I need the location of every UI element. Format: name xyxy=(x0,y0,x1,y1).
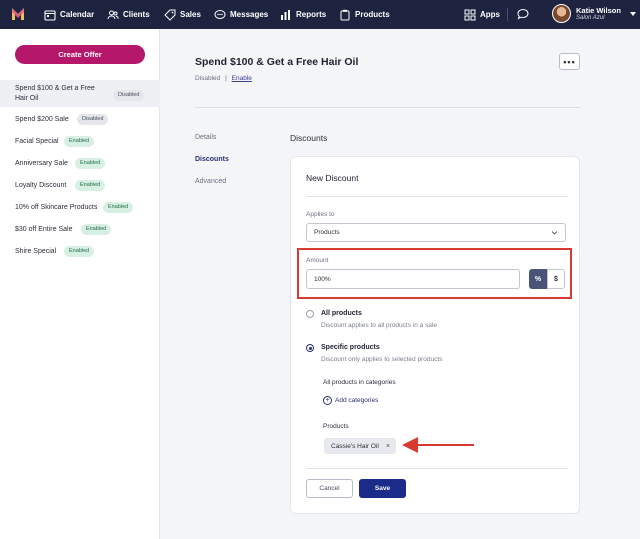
sidebar-offer-label: Spend $100 & Get a Free Hair Oil xyxy=(15,85,95,102)
nav-label: Calendar xyxy=(60,10,95,19)
add-categories-label: Add categories xyxy=(335,397,379,404)
status-badge: Enabled xyxy=(64,246,95,257)
applies-to-value: Products xyxy=(314,229,340,236)
products-label: Products xyxy=(323,423,349,430)
product-chip: Cassie's Hair Oil × xyxy=(324,438,396,454)
annotation-highlight-box xyxy=(297,248,572,299)
sidebar-offer[interactable]: Loyalty Discount Enabled xyxy=(0,179,160,193)
categories-label: All products in categories xyxy=(323,379,396,386)
logo-icon[interactable] xyxy=(11,7,25,21)
offer-status: Disabled xyxy=(195,75,221,82)
user-menu[interactable]: Katie Wilson Salon Azul xyxy=(552,4,636,23)
nav-reports[interactable]: Reports xyxy=(280,0,326,29)
nav-messages[interactable]: Messages xyxy=(214,0,268,29)
annotation-arrow-icon xyxy=(402,437,474,453)
chevron-down-icon xyxy=(629,11,636,16)
chat-icon xyxy=(214,9,226,19)
sidebar-offer-label: Facial Special xyxy=(15,138,59,145)
bar-chart-icon xyxy=(281,9,290,20)
nav-label: Clients xyxy=(123,10,150,19)
cancel-button[interactable]: Cancel xyxy=(306,479,353,498)
create-offer-button[interactable]: Create Offer xyxy=(15,45,145,64)
avatar xyxy=(552,4,571,23)
add-categories-button[interactable]: + Add categories xyxy=(323,396,378,405)
grid-icon xyxy=(464,9,476,20)
more-options-button[interactable]: ••• xyxy=(559,53,580,70)
specific-products-title: Specific products xyxy=(321,344,380,351)
all-products-desc: Discount applies to all products in a sa… xyxy=(321,322,437,329)
nav-label: Products xyxy=(355,10,390,19)
nav-sales[interactable]: Sales xyxy=(164,0,201,29)
speech-bubble-icon[interactable] xyxy=(517,8,529,20)
product-chip-label: Cassie's Hair Oil xyxy=(331,442,379,450)
page-title: Spend $100 & Get a Free Hair Oil xyxy=(195,56,359,68)
sidebar-offer[interactable]: 10% off Skincare Products Enabled xyxy=(0,201,160,215)
save-button[interactable]: Save xyxy=(359,479,406,498)
nav-clients[interactable]: Clients xyxy=(107,0,150,29)
nav-label: Sales xyxy=(180,10,201,19)
all-products-radio[interactable] xyxy=(306,310,314,318)
divider xyxy=(195,107,580,108)
plus-icon: + xyxy=(323,396,332,405)
sidebar: Create Offer Spend $100 & Get a Free Hai… xyxy=(0,29,160,539)
sidebar-offer-label: Loyalty Discount xyxy=(15,182,67,189)
offer-status-line: Disabled | Enable xyxy=(195,75,252,82)
sidebar-offer-label: $30 off Entire Sale xyxy=(15,226,73,233)
divider xyxy=(306,196,568,197)
sidebar-offer-label: Anniversary Sale xyxy=(15,160,68,167)
status-badge: Enabled xyxy=(81,224,112,235)
sidebar-offer-label: Spend $200 Sale xyxy=(15,116,69,123)
status-separator: | xyxy=(225,75,227,82)
nav-label: Apps xyxy=(480,10,500,19)
user-salon: Salon Azul xyxy=(576,15,605,21)
sidebar-offer[interactable]: Facial Special Enabled xyxy=(0,135,160,149)
enable-link[interactable]: Enable xyxy=(232,75,252,82)
user-name: Katie Wilson xyxy=(576,6,621,15)
sidebar-offer-label: 10% off Skincare Products xyxy=(15,204,98,211)
section-title: Discounts xyxy=(290,133,328,143)
sidebar-offer[interactable]: $30 off Entire Sale Enabled xyxy=(0,223,160,237)
close-icon[interactable]: × xyxy=(386,443,390,450)
status-badge: Enabled xyxy=(64,136,95,147)
top-nav: Calendar Clients Sales Messages Reports … xyxy=(0,0,640,29)
chevron-down-icon xyxy=(551,231,558,235)
nav-apps[interactable]: Apps xyxy=(464,0,500,29)
applies-to-select[interactable]: Products xyxy=(306,223,566,242)
sidebar-offer[interactable]: Spend $200 Sale Disabled xyxy=(0,113,160,127)
sidebar-offer[interactable]: Anniversary Sale Enabled xyxy=(0,157,160,171)
specific-products-radio[interactable] xyxy=(306,344,314,352)
status-badge: Disabled xyxy=(113,90,145,101)
sidebar-offer-label: Shire Special xyxy=(15,248,57,255)
sidebar-offer[interactable]: Shire Special Enabled xyxy=(0,245,160,259)
nav-products[interactable]: Products xyxy=(339,0,390,29)
status-badge: Enabled xyxy=(75,180,106,191)
products-icon xyxy=(340,9,350,20)
status-badge: Enabled xyxy=(75,158,106,169)
tab-details[interactable]: Details xyxy=(195,134,216,141)
clients-icon xyxy=(107,10,119,19)
nav-label: Messages xyxy=(230,10,269,19)
tab-discounts[interactable]: Discounts xyxy=(195,156,229,163)
calendar-icon xyxy=(44,9,56,21)
divider xyxy=(306,468,568,469)
sidebar-offer[interactable]: Spend $100 & Get a Free Hair Oil Disable… xyxy=(0,80,160,107)
card-title: New Discount xyxy=(306,173,359,183)
specific-products-desc: Discount only applies to selected produc… xyxy=(321,356,443,363)
nav-calendar[interactable]: Calendar xyxy=(44,0,94,29)
status-badge: Disabled xyxy=(77,114,109,125)
all-products-title: All products xyxy=(321,310,362,317)
nav-label: Reports xyxy=(296,10,327,19)
status-badge: Enabled xyxy=(103,202,134,213)
tab-advanced[interactable]: Advanced xyxy=(195,178,226,185)
applies-to-label: Applies to xyxy=(306,211,335,218)
nav-divider xyxy=(507,8,508,21)
discount-card: New Discount Applies to Products Amount … xyxy=(290,156,580,514)
tag-icon xyxy=(164,9,176,21)
